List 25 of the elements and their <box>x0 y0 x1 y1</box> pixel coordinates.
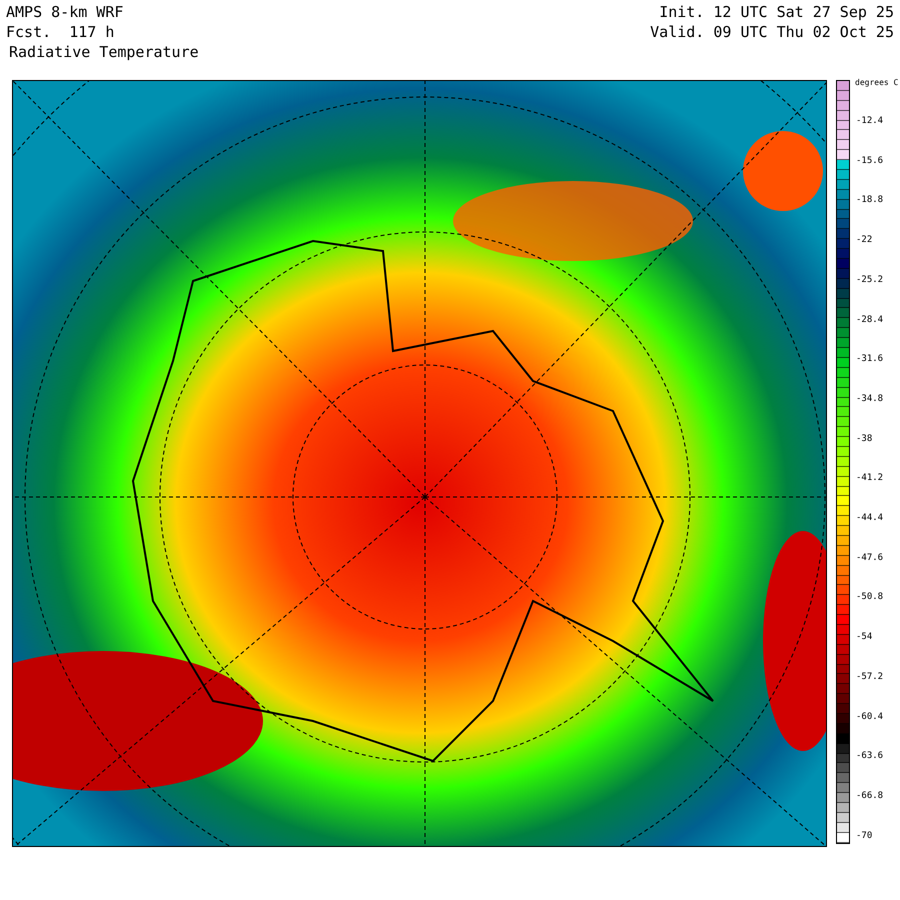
unit-label: degrees C <box>855 78 898 88</box>
field-name: Radiative Temperature <box>8 42 199 62</box>
scale-label: -31.6 <box>856 354 884 364</box>
scale-label: -25.2 <box>856 274 884 285</box>
init-time: Init. 12 UTC Sat 27 Sep 25 <box>659 2 894 22</box>
scale-label: -22 <box>856 235 872 246</box>
scale-label: -50.8 <box>856 592 884 602</box>
scale-label: -15.6 <box>856 156 884 166</box>
scale-label: -63.6 <box>856 751 884 762</box>
scale-label: -66.8 <box>856 790 884 801</box>
model-name: AMPS 8-km WRF <box>6 2 124 22</box>
scale-label: -41.2 <box>856 473 884 484</box>
scale-label: -54 <box>856 632 872 642</box>
scale-label: -70 <box>856 830 872 841</box>
scale-label: -57.2 <box>856 672 884 682</box>
scale-label: -12.4 <box>856 116 884 126</box>
scale-label: -18.8 <box>856 195 884 206</box>
valid-time: Valid. 09 UTC Thu 02 Oct 25 <box>650 22 894 42</box>
scale-label: -38 <box>856 434 872 444</box>
scale-label: -60.4 <box>856 712 884 722</box>
scale-label: -28.4 <box>856 314 884 324</box>
scale-label: -44.4 <box>856 513 884 523</box>
scale-label: -34.8 <box>856 394 884 404</box>
forecast-hour: Fcst. 117 h <box>6 22 116 42</box>
scale-label: -47.6 <box>856 552 884 563</box>
